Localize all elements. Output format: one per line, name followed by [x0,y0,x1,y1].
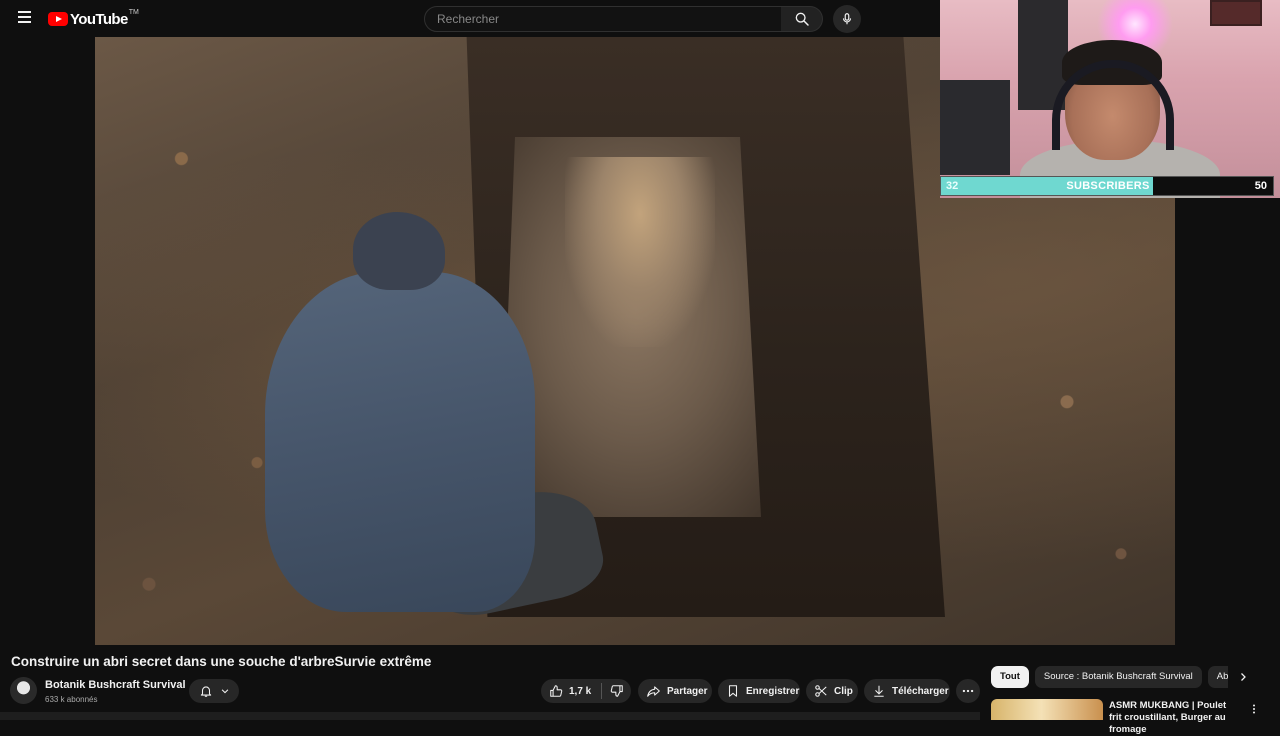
chevron-down-icon [221,689,228,694]
bell-icon [200,686,211,697]
like-icon[interactable] [549,684,563,698]
download-label: Télécharger [892,685,949,697]
more-icon [962,689,974,693]
channel-avatar[interactable] [10,677,37,704]
subscriber-goal-bar: 32 SUBSCRIBERS 50 [940,176,1274,196]
more-actions-button[interactable] [956,679,980,703]
clip-button[interactable]: Clip [806,679,858,703]
dislike-icon[interactable] [610,684,624,698]
channel-subscriber-count: 633 k abonnés [45,695,98,704]
video-title: Construire un abri secret dans une souch… [11,654,432,669]
subscriber-goal-label: SUBSCRIBERS [1066,180,1150,192]
webcam-picture-frame [1210,0,1262,26]
webcam-overlay [940,0,1280,198]
masthead: YouTube TM [0,0,940,37]
share-label: Partager [667,685,708,697]
video-frame-person-body [265,272,535,612]
logo-text: YouTube [70,10,128,28]
channel-name[interactable]: Botanik Bushcraft Survival [45,679,186,691]
save-icon [728,685,738,697]
search-box [424,6,782,32]
share-icon [647,686,660,697]
chevron-right-icon [1241,673,1246,681]
search-icon [795,12,809,26]
voice-search-button[interactable] [833,5,861,33]
clip-icon [815,685,827,697]
chip-shelter[interactable]: Abri [1207,666,1228,688]
webcam-shelf [940,80,1010,175]
download-button[interactable]: Télécharger [864,679,950,703]
share-button[interactable]: Partager [638,679,712,703]
description-box-edge [0,712,980,720]
chips-next-button[interactable] [1233,667,1253,687]
video-frame-soil [565,157,715,347]
save-label: Enregistrer [746,685,800,697]
suggested-video-thumbnail[interactable] [991,699,1103,720]
like-dislike-group: 1,7 k [541,679,631,703]
chip-source[interactable]: Source : Botanik Bushcraft Survival [1034,666,1202,688]
menu-icon[interactable] [12,8,36,30]
logo-trademark: TM [128,8,139,16]
suggested-video-menu[interactable] [1247,701,1261,717]
subscription-notifications-button[interactable] [189,679,239,703]
save-button[interactable]: Enregistrer [718,679,800,703]
suggested-video-title[interactable]: ASMR MUKBANG | Poulet frit croustillant,… [1109,700,1237,736]
video-frame-person-hat [353,212,445,290]
youtube-play-icon [48,12,68,26]
youtube-logo[interactable]: YouTube TM [48,9,139,29]
like-divider [601,683,603,699]
chip-all[interactable]: Tout [991,666,1029,688]
download-icon [874,685,884,697]
search-input[interactable] [435,7,769,31]
mic-icon [842,13,852,25]
more-vert-icon [1253,704,1255,714]
clip-label: Clip [834,685,853,697]
like-count[interactable]: 1,7 k [569,686,591,697]
subscriber-goal-target: 50 [1254,180,1267,192]
search-button[interactable] [781,6,823,32]
related-chips: Tout Source : Botanik Bushcraft Survival A… [991,666,1228,688]
